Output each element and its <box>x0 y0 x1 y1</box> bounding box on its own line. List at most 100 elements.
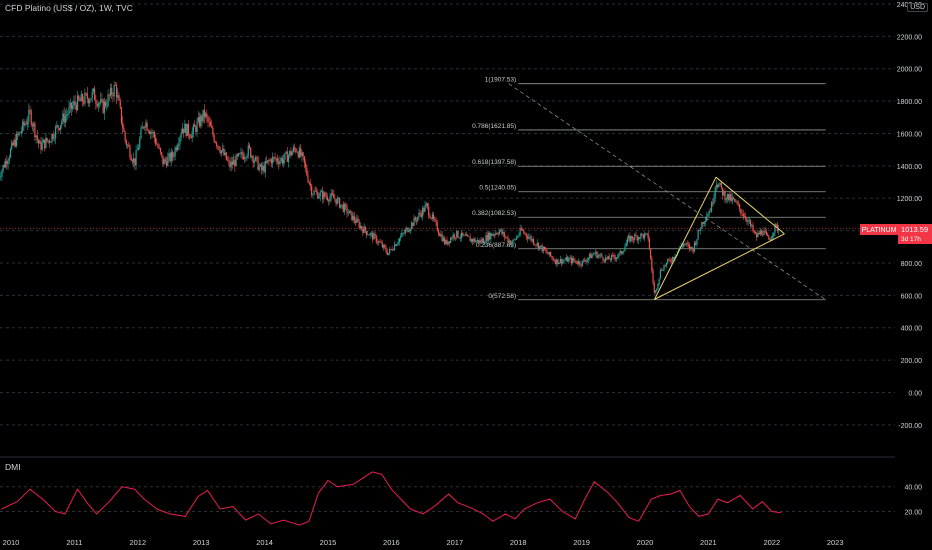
candle-body <box>387 253 390 255</box>
symbol-title[interactable]: CFD Platino (US$ / OZ), 1W, TVC <box>5 3 133 13</box>
candle-body <box>231 161 234 165</box>
candle-body <box>610 254 613 260</box>
candle-body <box>685 243 687 245</box>
candle-body <box>422 208 424 217</box>
candle-body <box>311 185 313 196</box>
candle-body <box>720 182 722 188</box>
candle-body <box>479 240 481 244</box>
candle-body <box>657 283 659 289</box>
candle-body <box>334 197 336 200</box>
candle-body <box>462 232 464 236</box>
candle-body <box>767 234 769 236</box>
candle-body <box>153 132 155 138</box>
candle-body <box>320 191 323 193</box>
candle-body <box>276 158 279 162</box>
candle-body <box>639 237 641 239</box>
candle-body <box>469 236 471 242</box>
candle-body <box>129 146 131 158</box>
candle-body <box>574 260 576 262</box>
candle-body <box>632 239 635 240</box>
candle-body <box>14 139 16 147</box>
candle-body <box>353 215 355 221</box>
candle-body <box>669 259 671 262</box>
candle-body <box>463 234 465 236</box>
candle-body <box>144 127 146 128</box>
currency-badge[interactable]: USD <box>907 3 928 12</box>
candle-body <box>312 194 314 196</box>
candle-body <box>386 251 388 255</box>
candle-body <box>743 216 746 217</box>
candle-body <box>375 235 377 243</box>
candle-body <box>630 236 632 242</box>
candle-body <box>525 233 527 237</box>
candle-body <box>151 131 153 134</box>
candle-body <box>63 113 65 123</box>
candle-body <box>493 234 496 236</box>
candle-body <box>167 157 169 166</box>
candle-body <box>206 113 208 118</box>
candle-body <box>445 239 447 244</box>
time-axis-tick-label: 2018 <box>510 538 527 547</box>
candle-body <box>339 198 341 208</box>
candle-body <box>684 243 686 245</box>
candle-body <box>142 126 145 128</box>
candle-body <box>380 242 382 244</box>
candle-body <box>584 259 586 262</box>
candle-body <box>464 234 466 236</box>
candle-body <box>135 150 137 166</box>
candle-body <box>598 255 601 256</box>
price-axis-tick-label: 800.00 <box>901 261 923 268</box>
candle-body <box>91 91 93 99</box>
candle-body <box>597 255 599 258</box>
candle-body <box>226 159 229 161</box>
candle-body <box>219 150 221 154</box>
price-chart[interactable]: 1(1907.53) 0.786(1621.85) 0.618(1397.58) 0.… <box>0 0 932 550</box>
time-axis-tick-label: 2014 <box>256 538 273 547</box>
candle-body <box>646 233 648 234</box>
candle-body <box>98 103 101 104</box>
candle-body <box>173 156 175 158</box>
candle-body <box>218 145 220 151</box>
candle-body <box>458 237 460 239</box>
candle-body <box>773 232 775 237</box>
candle-body <box>75 104 77 110</box>
candle-body <box>204 113 207 117</box>
candle-body <box>718 184 720 188</box>
candle-body <box>619 251 621 254</box>
candle-body <box>322 191 324 200</box>
candle-body <box>721 187 724 196</box>
candle-body <box>119 100 121 108</box>
candle-body <box>217 145 219 147</box>
candle-body <box>240 152 242 154</box>
candle-body <box>20 130 23 133</box>
candle-body <box>465 234 468 236</box>
candle-body <box>663 265 665 271</box>
candle-body <box>423 208 425 212</box>
candle-body <box>428 206 430 216</box>
fib-level-label: 0.618(1397.58) <box>472 159 516 166</box>
candle-body <box>670 261 672 263</box>
candle-body <box>70 102 73 109</box>
candle-body <box>172 152 174 158</box>
candle-body <box>45 137 47 149</box>
candle-body <box>165 161 168 166</box>
candle-body <box>461 232 463 238</box>
candle-body <box>561 258 563 264</box>
candle-body <box>69 102 71 108</box>
candle-body <box>648 238 650 250</box>
indicator-label[interactable]: DMI <box>5 462 21 472</box>
candle-body <box>575 261 577 264</box>
candle-body <box>192 124 194 132</box>
candle-body <box>695 242 697 245</box>
dmi-axis-tick-label: 40.00 <box>904 485 922 492</box>
candle-body <box>114 85 116 86</box>
candle-body <box>29 109 31 111</box>
candle-body <box>520 228 522 230</box>
candle-body <box>476 239 479 242</box>
candle-body <box>660 270 663 271</box>
candle-body <box>209 122 212 127</box>
candle-body <box>472 239 474 242</box>
candle-body <box>441 234 443 242</box>
candle-body <box>225 152 227 160</box>
candle-body <box>607 256 609 260</box>
